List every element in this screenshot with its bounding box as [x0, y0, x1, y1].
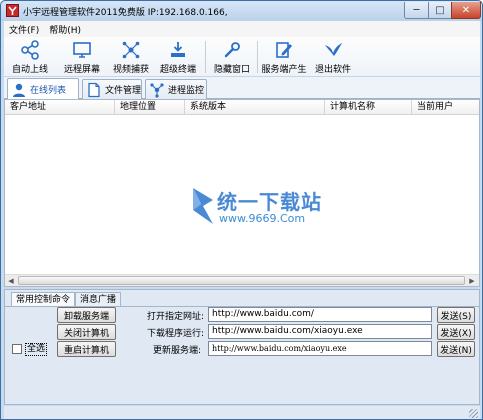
uninstall-server-button[interactable]: 卸载服务端 [57, 307, 116, 323]
tab-process-monitor[interactable]: 进程监控 [145, 79, 207, 99]
network-hub-icon [122, 41, 140, 59]
main-tabs: 在线列表 文件管理 进程监控 [4, 77, 480, 100]
video-capture-button[interactable]: 视频捕获 [109, 39, 153, 75]
wrench-icon [224, 42, 240, 58]
tool-label: 退出软件 [314, 65, 351, 75]
open-url-input[interactable]: http://www.baidu.com/ [208, 307, 432, 322]
scroll-right-icon[interactable]: ▶ [466, 275, 478, 287]
open-url-label: 打开指定网址: [147, 312, 205, 322]
app-window: 小宇远程管理软件2011免费版 IP:192.168.0.166, ─ □ ✕ … [0, 0, 483, 420]
shutdown-button[interactable]: 关闭计算机 [57, 324, 116, 340]
tab-label: 在线列表 [30, 86, 67, 96]
process-nodes-icon [150, 82, 164, 98]
toolbar-separator [205, 41, 206, 73]
send-url-button[interactable]: 发送(S) [437, 307, 475, 323]
download-logo-icon [193, 188, 213, 224]
online-list[interactable]: 客户地址 地理位置 系统版本 计算机名称 当前用户 统一下载站 www.9669… [4, 99, 480, 287]
download-run-input[interactable]: http://www.baidu.com/xiaoyu.exe [208, 324, 432, 339]
menu-file[interactable]: 文件(F) [4, 23, 44, 36]
menu-help[interactable]: 帮助(H) [44, 23, 86, 36]
download-drive-icon [171, 42, 185, 57]
horizontal-scrollbar[interactable]: ◀ ▶ [5, 274, 479, 286]
select-all-checkbox[interactable] [12, 344, 22, 354]
send-download-button[interactable]: 发送(X) [437, 324, 475, 340]
title-bar[interactable]: 小宇远程管理软件2011免费版 IP:192.168.0.166, ─ □ ✕ [1, 1, 482, 21]
watermark: 统一下载站 www.9669.Com [189, 184, 322, 230]
file-icon [88, 82, 100, 97]
resize-grip-icon[interactable] [469, 409, 478, 418]
tool-label: 远程屏幕 [63, 65, 100, 75]
tab-label: 进程监控 [168, 86, 205, 96]
select-all-label[interactable]: 全选 [25, 343, 48, 356]
tool-label: 超级终端 [159, 65, 196, 75]
bird-exit-icon [325, 43, 342, 56]
column-client-address[interactable]: 客户地址 [5, 100, 115, 115]
watermark-title: 统一下载站 [217, 190, 322, 214]
scroll-thumb[interactable] [18, 276, 465, 285]
update-server-input[interactable]: http://www.baidu.com/xiaoyu.exe [208, 341, 432, 356]
download-run-label: 下载程序运行: [147, 329, 205, 339]
status-bar [4, 406, 480, 419]
tab-common-commands[interactable]: 常用控制命令 [11, 292, 76, 307]
send-update-button[interactable]: 发送(N) [437, 341, 475, 357]
menu-bar: 文件(F) 帮助(H) [4, 21, 480, 37]
column-computer-name[interactable]: 计算机名称 [325, 100, 412, 115]
list-header: 客户地址 地理位置 系统版本 计算机名称 当前用户 [5, 100, 479, 115]
tab-online-list[interactable]: 在线列表 [7, 78, 79, 100]
tab-file-manager[interactable]: 文件管理 [82, 79, 142, 99]
tab-label: 文件管理 [104, 86, 141, 96]
minimize-button[interactable]: ─ [404, 2, 429, 19]
exit-app-button[interactable]: 退出软件 [311, 39, 355, 75]
column-os-version[interactable]: 系统版本 [185, 100, 325, 115]
monitor-icon [73, 42, 91, 58]
toolbar: 自动上线 远程屏幕 视频捕获 超级终端 隐藏窗口 服务端产生 退出软件 [4, 37, 480, 77]
hide-window-button[interactable]: 隐藏窗口 [210, 39, 254, 75]
column-current-user[interactable]: 当前用户 [412, 100, 479, 115]
build-server-button[interactable]: 服务端产生 [258, 39, 310, 75]
restart-button[interactable]: 重启计算机 [57, 341, 116, 357]
scroll-left-icon[interactable]: ◀ [5, 275, 17, 287]
tool-label: 视频捕获 [112, 65, 149, 75]
app-logo-icon [6, 4, 19, 17]
tool-label: 自动上线 [11, 65, 48, 75]
control-panel: 常用控制命令 消息广播 卸载服务端 关闭计算机 重启计算机 全选 打开指定网址:… [4, 289, 480, 405]
tool-label: 隐藏窗口 [213, 65, 250, 75]
column-location[interactable]: 地理位置 [115, 100, 185, 115]
user-icon [13, 83, 25, 97]
edit-document-icon [276, 42, 292, 58]
super-terminal-button[interactable]: 超级终端 [156, 39, 200, 75]
tool-label: 服务端产生 [261, 65, 307, 75]
watermark-url: www.9669.Com [219, 212, 306, 225]
close-button[interactable]: ✕ [451, 2, 481, 19]
auto-online-button[interactable]: 自动上线 [8, 39, 52, 75]
remote-screen-button[interactable]: 远程屏幕 [60, 39, 104, 75]
share-nodes-icon [21, 40, 39, 60]
update-server-label: 更新服务端: [153, 346, 202, 356]
tab-broadcast[interactable]: 消息广播 [75, 292, 122, 307]
maximize-button[interactable]: □ [428, 2, 452, 19]
window-title: 小宇远程管理软件2011免费版 IP:192.168.0.166, [23, 8, 228, 18]
